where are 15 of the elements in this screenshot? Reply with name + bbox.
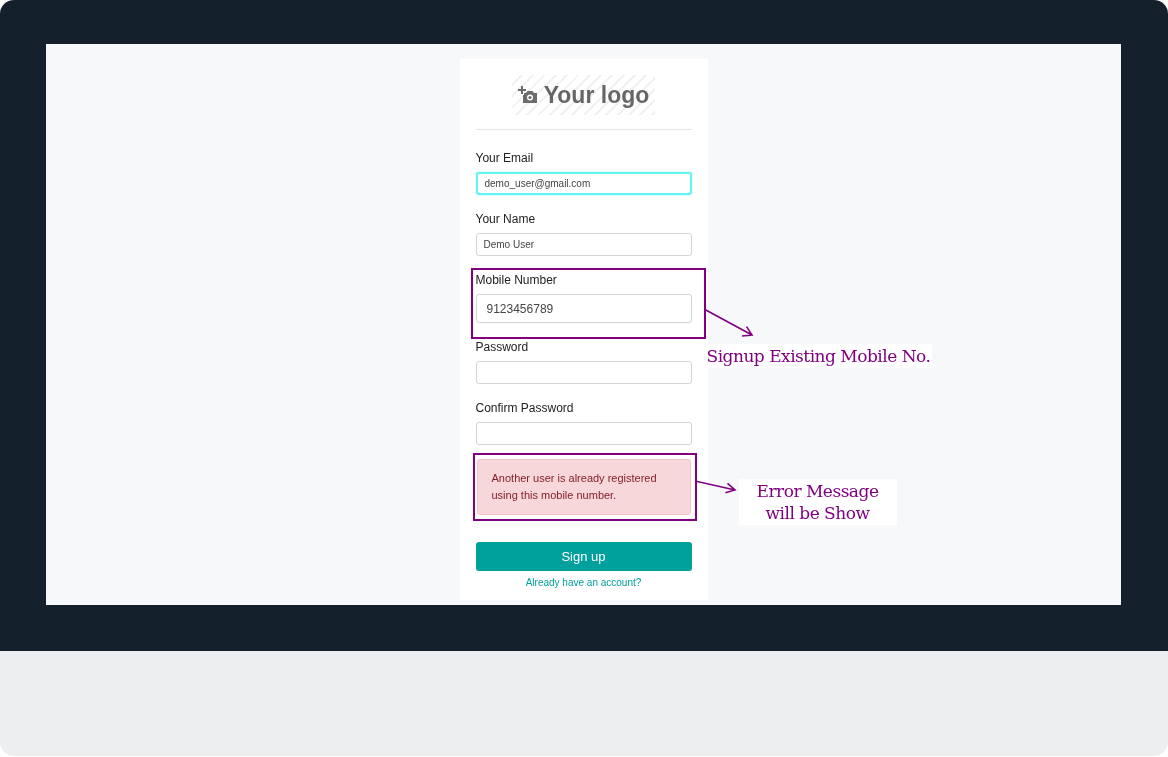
input-field[interactable]: Demo User xyxy=(475,233,692,256)
field-label: Your Name xyxy=(475,211,537,227)
input-field[interactable]: demo_user@gmail.com xyxy=(475,172,692,195)
annotation-label: Error Message will be Show xyxy=(738,479,897,525)
camera-icon xyxy=(517,86,538,104)
logo-text: Your logo xyxy=(543,83,650,107)
error-alert: Another user is already registered using this mobile number. xyxy=(476,459,691,515)
input-field[interactable]: 9123456789 xyxy=(475,294,692,323)
field-label: Password xyxy=(475,339,530,355)
input-field[interactable] xyxy=(475,361,692,384)
field-label: Confirm Password xyxy=(475,400,575,416)
field-label: Your Email xyxy=(475,150,535,166)
input-field[interactable] xyxy=(475,422,692,445)
annotation-label: Signup Existing Mobile No. xyxy=(704,344,933,368)
field-label: Mobile Number xyxy=(475,272,558,288)
